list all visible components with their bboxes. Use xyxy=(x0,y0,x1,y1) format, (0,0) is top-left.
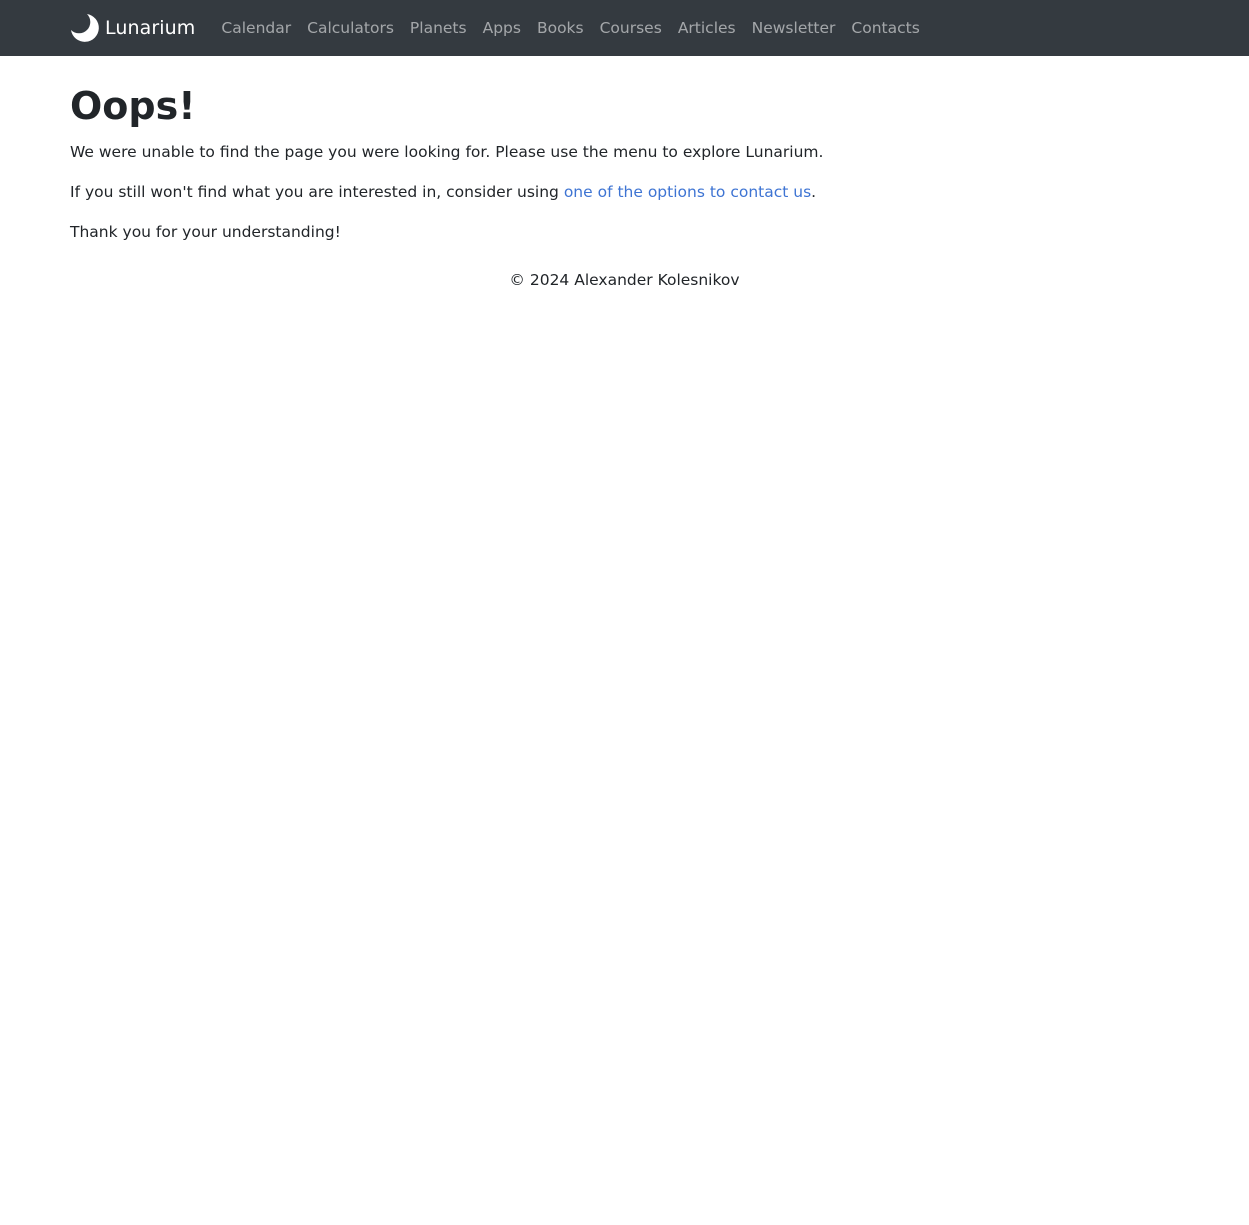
nav-item-articles[interactable]: Articles xyxy=(670,0,744,56)
copyright-text: © 2024 Alexander Kolesnikov xyxy=(509,271,740,289)
nav-item-courses[interactable]: Courses xyxy=(592,0,670,56)
crescent-moon-icon xyxy=(70,13,100,43)
nav-menu: Calendar Calculators Planets Apps Books … xyxy=(213,0,927,56)
not-found-message: We were unable to find the page you were… xyxy=(70,143,824,161)
brand-link[interactable]: Lunarium xyxy=(70,13,195,43)
page-footer: © 2024 Alexander Kolesnikov xyxy=(0,268,1249,292)
nav-item-books[interactable]: Books xyxy=(529,0,592,56)
nav-item-planets[interactable]: Planets xyxy=(402,0,475,56)
nav-item-calculators[interactable]: Calculators xyxy=(299,0,402,56)
main-content: Oops! We were unable to find the page yo… xyxy=(70,82,1180,244)
nav-item-contacts[interactable]: Contacts xyxy=(843,0,927,56)
contact-suggestion-prefix: If you still won't find what you are int… xyxy=(70,183,564,201)
brand-label: Lunarium xyxy=(105,17,196,39)
page-title: Oops! xyxy=(70,84,196,128)
nav-item-apps[interactable]: Apps xyxy=(475,0,529,56)
thank-you-message: Thank you for your understanding! xyxy=(70,223,341,241)
top-navbar: Lunarium Calendar Calculators Planets Ap… xyxy=(0,0,1249,56)
contact-suggestion: If you still won't find what you are int… xyxy=(70,180,1180,204)
contact-options-link[interactable]: one of the options to contact us xyxy=(564,183,811,201)
nav-item-calendar[interactable]: Calendar xyxy=(213,0,299,56)
contact-suggestion-suffix: . xyxy=(811,183,817,201)
navbar-container: Lunarium Calendar Calculators Planets Ap… xyxy=(70,0,928,56)
nav-item-newsletter[interactable]: Newsletter xyxy=(744,0,844,56)
